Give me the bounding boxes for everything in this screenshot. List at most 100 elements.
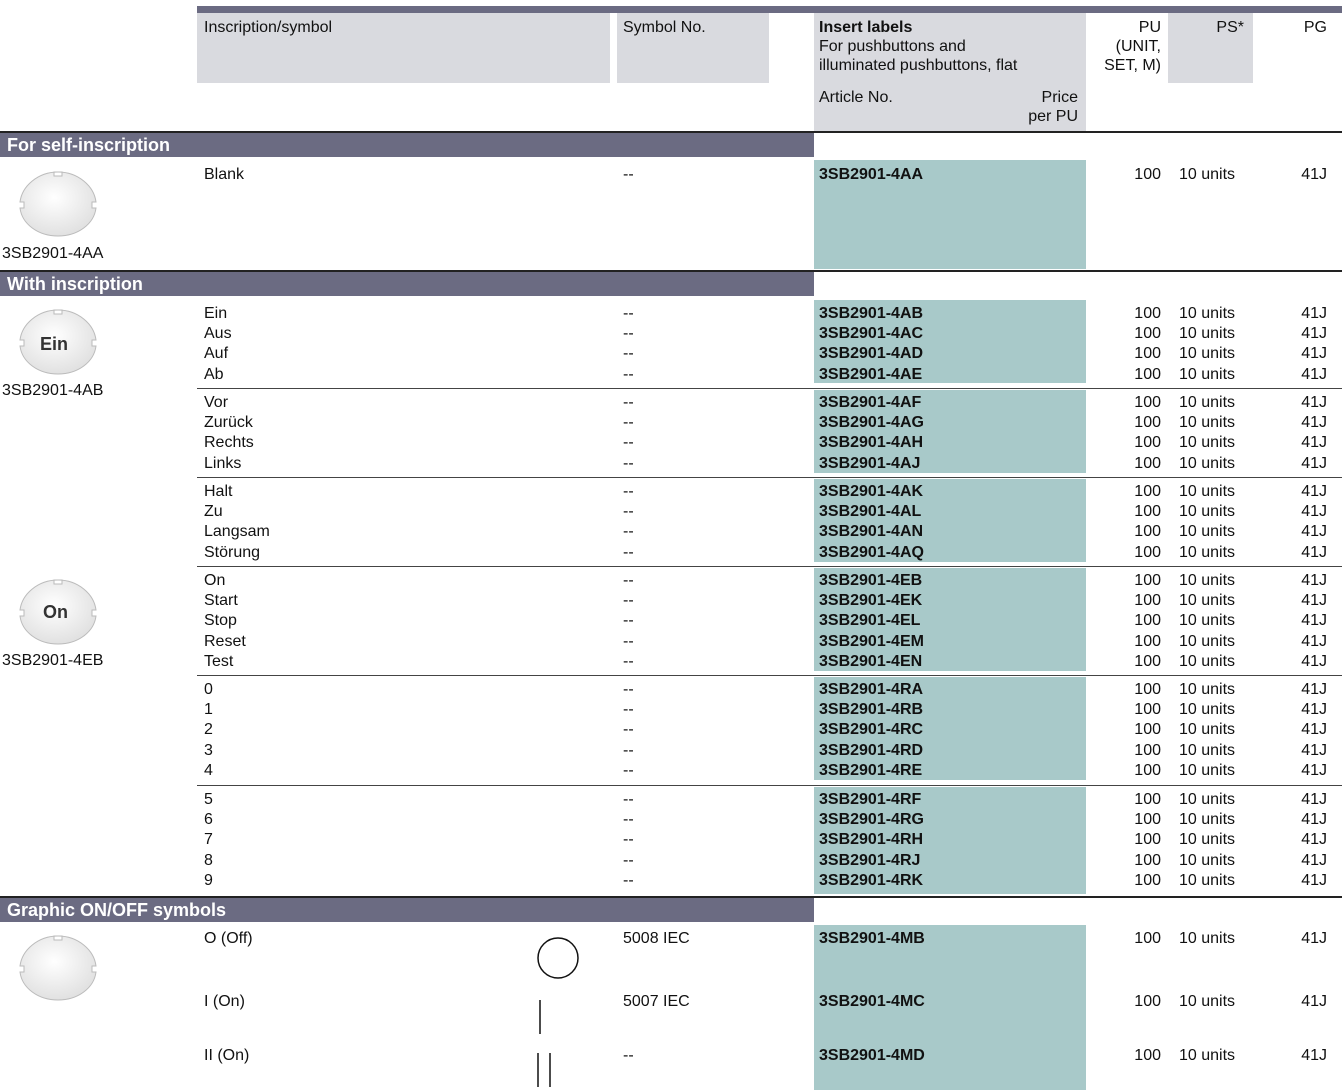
header-insert-sub2: illuminated pushbuttons, flat	[819, 57, 1018, 74]
table-row: Auf -- 3SB2901-4AD 100 10 units 41J	[0, 344, 1342, 364]
pg-cell: 41J	[1301, 325, 1327, 343]
pg-cell: 41J	[1301, 761, 1327, 779]
pu-cell: 100	[1134, 701, 1161, 719]
symbol-no-cell: --	[623, 851, 634, 869]
article-no-cell: 3SB2901-4AC	[819, 325, 924, 343]
table-row: 6 -- 3SB2901-4RG 100 10 units 41J	[0, 810, 1342, 830]
section-bar-with-inscription: With inscription	[0, 270, 814, 296]
inscription-cell: Vor	[204, 394, 229, 411]
pu-cell: 100	[1134, 345, 1161, 363]
symbol-no-cell: --	[623, 811, 634, 829]
article-no-cell: 3SB2901-4EK	[819, 592, 923, 610]
table-row: 4 -- 3SB2901-4RE 100 10 units 41J	[0, 761, 1342, 781]
article-no-cell: 3SB2901-4AE	[819, 365, 923, 383]
inscription-cell: 9	[204, 871, 213, 889]
inscription-cell: O (Off)	[204, 930, 253, 947]
ps-cell: 10 units	[1179, 811, 1236, 829]
article-no-cell: 3SB2901-4EN	[819, 652, 923, 670]
pu-cell: 100	[1134, 166, 1161, 183]
inscription-cell: Aus	[204, 325, 232, 343]
table-row: 3 -- 3SB2901-4RD 100 10 units 41J	[0, 741, 1342, 761]
ps-cell: 10 units	[1179, 791, 1236, 808]
table-row: 0 -- 3SB2901-4RA 100 10 units 41J	[0, 680, 1342, 700]
pg-cell: 41J	[1301, 930, 1327, 947]
section-title-graphic-symbols: Graphic ON/OFF symbols	[7, 900, 227, 920]
article-no-cell: 3SB2901-4EB	[819, 572, 923, 589]
ps-cell: 10 units	[1179, 721, 1236, 739]
article-no-cell: 3SB2901-4RA	[819, 681, 924, 698]
ps-cell: 10 units	[1179, 930, 1236, 947]
ps-cell: 10 units	[1179, 1047, 1236, 1064]
pu-cell: 100	[1134, 632, 1161, 650]
pg-cell: 41J	[1301, 454, 1327, 472]
header-pu-2: (UNIT,	[1115, 38, 1161, 55]
inscription-cell: Störung	[204, 543, 261, 561]
article-no-cell: 3SB2901-4AH	[819, 434, 924, 452]
group-divider	[197, 566, 1342, 567]
table-row: 5 -- 3SB2901-4RF 100 10 units 41J	[0, 790, 1342, 810]
table-row: 2 -- 3SB2901-4RC 100 10 units 41J	[0, 720, 1342, 740]
inscription-cell: Ein	[204, 305, 228, 322]
symbol-no-cell: --	[623, 741, 634, 759]
article-no-cell: 3SB2901-4RC	[819, 721, 924, 739]
table-row: Reset -- 3SB2901-4EM 100 10 units 41J	[0, 632, 1342, 652]
header-price: Price	[1041, 89, 1078, 106]
pg-cell: 41J	[1301, 1047, 1327, 1064]
symbol-no-cell: --	[623, 592, 634, 610]
pu-cell: 100	[1134, 612, 1161, 630]
ps-cell: 10 units	[1179, 871, 1236, 889]
pu-cell: 100	[1134, 394, 1161, 411]
symbol-no-cell: --	[623, 572, 634, 589]
symbol-no-cell: 5007 IEC	[623, 993, 690, 1010]
pg-cell: 41J	[1301, 721, 1327, 739]
pu-cell: 100	[1134, 483, 1161, 500]
article-no-cell: 3SB2901-4RE	[819, 761, 923, 779]
ps-cell: 10 units	[1179, 592, 1236, 610]
table-row: Links -- 3SB2901-4AJ 100 10 units 41J	[0, 454, 1342, 474]
pu-cell: 100	[1134, 365, 1161, 383]
table-row: Ab -- 3SB2901-4AE 100 10 units 41J	[0, 365, 1342, 385]
article-no-cell: 3SB2901-4RD	[819, 741, 924, 759]
table-row: I (On) 5007 IEC 3SB2901-4MC 100 10 units 41J	[0, 992, 1342, 1012]
symbol-no-cell: --	[623, 543, 634, 561]
symbol-no-cell: --	[623, 394, 634, 411]
ps-cell: 10 units	[1179, 681, 1236, 698]
pg-cell: 41J	[1301, 365, 1327, 383]
header-inscription-symbol: Inscription/symbol	[204, 19, 333, 36]
pu-cell: 100	[1134, 652, 1161, 670]
inscription-cell: Ab	[204, 365, 224, 383]
pu-cell: 100	[1134, 811, 1161, 829]
pu-cell: 100	[1134, 791, 1161, 808]
table-row: 9 -- 3SB2901-4RK 100 10 units 41J	[0, 871, 1342, 891]
table-row: Vor -- 3SB2901-4AF 100 10 units 41J	[0, 393, 1342, 413]
inscription-cell: Auf	[204, 345, 229, 363]
ps-cell: 10 units	[1179, 652, 1236, 670]
table-row: O (Off) 5008 IEC 3SB2901-4MB 100 10 units 41J	[0, 929, 1342, 949]
pg-cell: 41J	[1301, 831, 1327, 849]
article-no-cell: 3SB2901-4RJ	[819, 851, 921, 869]
article-no-cell: 3SB2901-4AK	[819, 483, 924, 500]
pg-cell: 41J	[1301, 503, 1327, 521]
pu-cell: 100	[1134, 930, 1161, 947]
table-row: Stop -- 3SB2901-4EL 100 10 units 41J	[0, 611, 1342, 631]
ps-cell: 10 units	[1179, 325, 1236, 343]
ps-cell: 10 units	[1179, 434, 1236, 452]
group-divider	[197, 477, 1342, 478]
pu-cell: 100	[1134, 741, 1161, 759]
inscription-cell: 6	[204, 811, 213, 829]
pu-cell: 100	[1134, 543, 1161, 561]
ps-cell: 10 units	[1179, 394, 1236, 411]
inscription-cell: Reset	[204, 632, 246, 650]
symbol-no-cell: --	[623, 831, 634, 849]
inscription-cell: Zu	[204, 503, 223, 521]
symbol-no-cell: --	[623, 414, 634, 432]
section-bar-self-inscription: For self-inscription	[0, 131, 814, 157]
article-no-cell: 3SB2901-4AL	[819, 503, 922, 521]
ps-cell: 10 units	[1179, 761, 1236, 779]
article-no-cell: 3SB2901-4AN	[819, 523, 924, 541]
pu-cell: 100	[1134, 592, 1161, 610]
symbol-no-cell: --	[623, 871, 634, 889]
section-line-self	[814, 131, 1342, 133]
article-no-cell: 3SB2901-4RF	[819, 791, 922, 808]
ps-cell: 10 units	[1179, 454, 1236, 472]
